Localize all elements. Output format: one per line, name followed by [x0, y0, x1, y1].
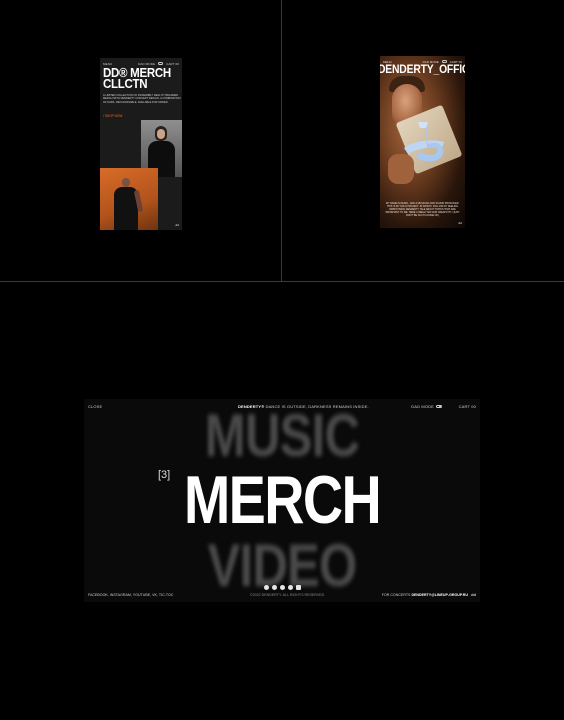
- social-links[interactable]: FACEBOOK, INSTAGRAM, YOUTUBE, VK, TIC-TO…: [88, 593, 173, 597]
- divider-horizontal: [0, 281, 564, 282]
- concerts-email-link[interactable]: DENDERTY@LINEUP-GROUP.RU: [411, 593, 468, 597]
- page-title: DD® MERCH CLLCTN: [103, 66, 171, 91]
- vk-music-icon[interactable]: [296, 585, 301, 590]
- yandex-music-icon[interactable]: [280, 585, 285, 590]
- mobile-merch-screen: MENU DAD MODE CART 00 DD® MERCH CLLCTN A…: [100, 58, 182, 230]
- dad-mode-toggle[interactable]: [158, 62, 164, 65]
- cart-button[interactable]: CART 00: [450, 60, 462, 64]
- soundcloud-icon[interactable]: [288, 585, 293, 590]
- menu-button[interactable]: MENU: [103, 62, 112, 66]
- concerts-contact: FOR CONCERTS DENDERTY@LINEUP-GROUP.RU: [382, 593, 468, 597]
- menu-item-merch[interactable]: MERCH: [120, 461, 445, 539]
- streaming-icons: [264, 585, 301, 590]
- mobile-video-screen: MENU DAD MODE CART 00 DENDERTY_OFFIC MY …: [380, 56, 465, 228]
- menu-item-music[interactable]: MUSIC: [120, 401, 445, 470]
- menu-button[interactable]: MENU: [383, 60, 392, 64]
- merch-description: A LIMITED COLLECTION OF INCREDIBLY REALI…: [103, 94, 181, 104]
- dad-mode-label: DAD MODE: [138, 61, 156, 66]
- logo[interactable]: dd: [471, 592, 476, 597]
- desktop-footer: FACEBOOK, INSTAGRAM, YOUTUBE, VK, TIC-TO…: [88, 592, 476, 598]
- concerts-label: FOR CONCERTS: [381, 593, 412, 597]
- cart-button[interactable]: CART 00: [459, 404, 476, 409]
- dad-mode-toggle[interactable]: [441, 60, 447, 63]
- close-button[interactable]: CLOSE: [88, 404, 102, 409]
- divider-vertical: [281, 0, 282, 281]
- shop-now-link[interactable]: / SHOP NOW: [103, 114, 122, 118]
- merch-photo-man: [100, 168, 158, 230]
- spotify-icon[interactable]: [264, 585, 269, 590]
- desktop-menu-screen: CLOSE DENDERTY® DANCE IS OUTSIDE, DARKNE…: [84, 399, 480, 602]
- logo[interactable]: dd: [458, 221, 462, 225]
- artist-description: MY NAME IS DENIS - AND A MUSICIAN AND SO…: [385, 202, 460, 217]
- copyright: ©2022 DENDERTY. ALL RIGHTS RESERVED: [250, 593, 325, 597]
- cart-button[interactable]: CART 00: [166, 62, 179, 66]
- page-title: DENDERTY_OFFIC: [380, 64, 465, 76]
- apple-music-icon[interactable]: [272, 585, 277, 590]
- dad-mode-label: DAD MODE: [422, 59, 439, 64]
- denderty-symbol-icon: [404, 122, 444, 162]
- logo[interactable]: dd: [175, 223, 179, 227]
